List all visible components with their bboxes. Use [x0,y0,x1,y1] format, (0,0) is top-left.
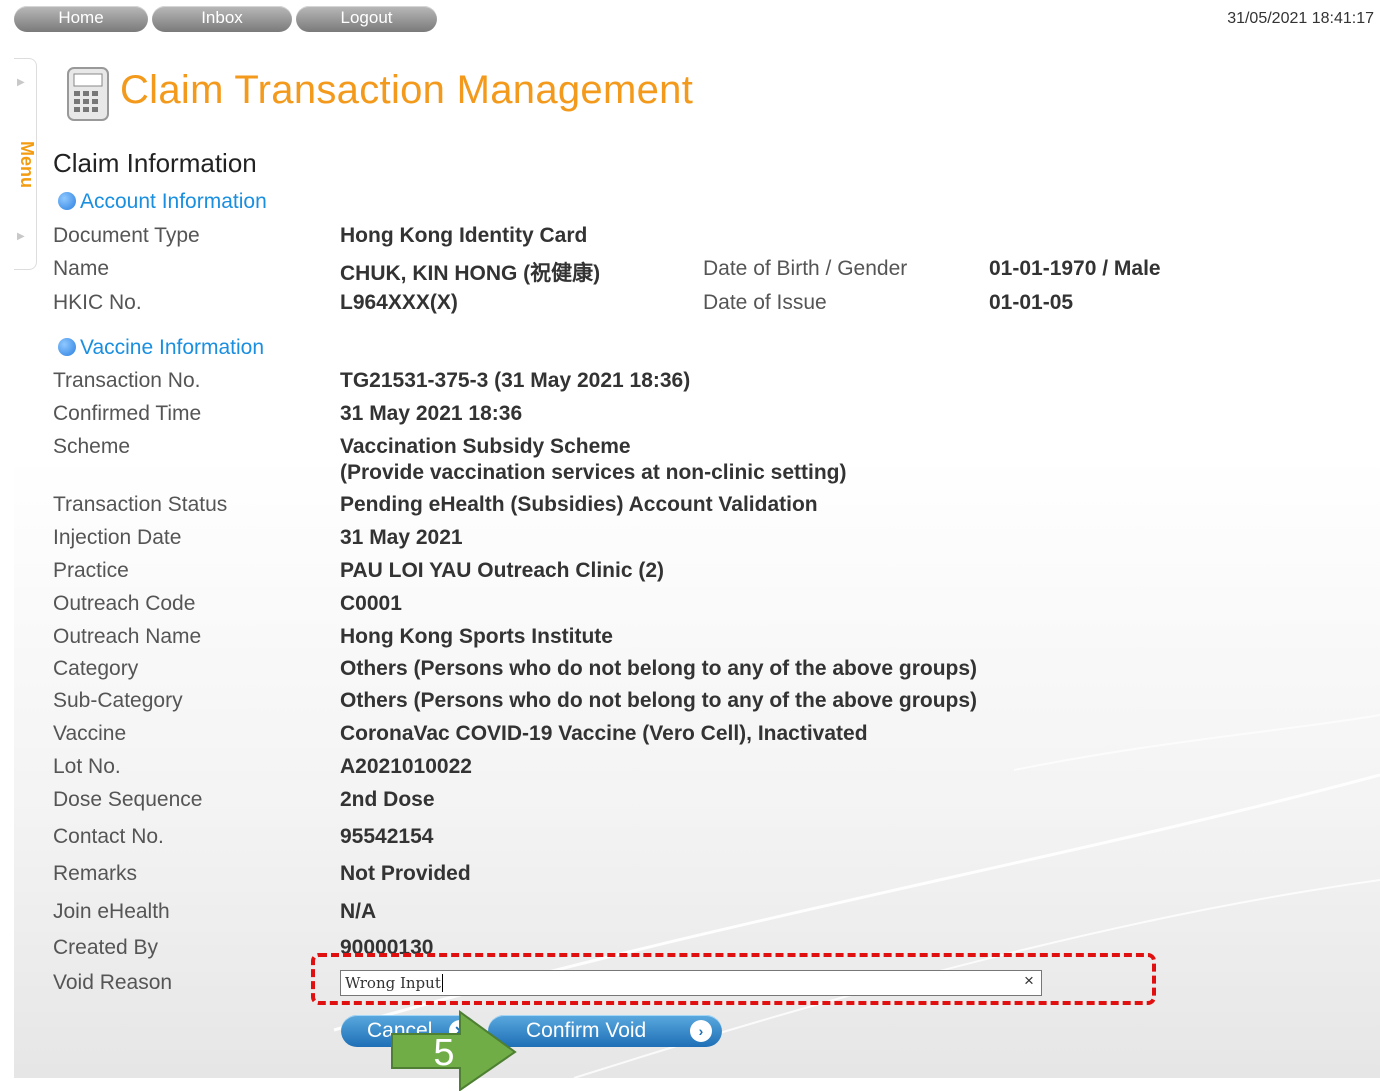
field-value: Pending eHealth (Subsidies) Account Vali… [340,493,818,516]
field-label: Transaction No. [53,369,201,392]
side-menu-tab[interactable]: ▶ Menu ▶ [14,58,37,270]
field-value: Hong Kong Sports Institute [340,625,613,648]
field-value: Others (Persons who do not belong to any… [340,689,978,712]
bullet-icon [58,192,76,210]
field-label: Lot No. [53,755,121,778]
field-label: Transaction Status [53,493,228,516]
field-value: 01-01-1970 / Male [989,257,1161,280]
field-label: HKIC No. [53,291,142,314]
home-button[interactable]: Home [14,6,148,32]
field-label: Document Type [53,224,200,247]
field-value: 01-01-05 [989,291,1074,314]
field-value: CHUK, KIN HONG (祝健康) [340,262,601,285]
account-info-heading: Account Information [58,190,267,214]
field-value: A2021010022 [340,755,472,778]
expand-arrow-icon: ▶ [17,77,25,88]
field-value: TG21531-375-3 (31 May 2021 18:36) [340,369,691,392]
field-label: Outreach Code [53,592,196,615]
field-label: Vaccine [53,722,127,745]
void-reason-label: Void Reason [53,971,173,994]
field-value: L964XXX(X) [340,291,458,314]
field-label: Date of Birth / Gender [703,257,908,280]
step-number: 5 [433,1032,455,1074]
field-label: Outreach Name [53,625,202,648]
page: Home Inbox Logout 31/05/2021 18:41:17 ▶ … [0,0,1380,1091]
field-label: Date of Issue [703,291,827,314]
field-label: Category [53,657,139,680]
current-datetime: 31/05/2021 18:41:17 [1227,10,1374,27]
main-panel: ▶ Menu ▶ Claim Transaction Management Cl… [14,40,1380,1078]
calculator-icon [67,67,109,121]
section-title: Claim Information [53,148,257,178]
field-value: PAU LOI YAU Outreach Clinic (2) [340,559,665,582]
logout-button[interactable]: Logout [296,6,437,32]
field-value: 31 May 2021 18:36 [340,402,523,425]
field-label: Sub-Category [53,689,183,712]
field-label: Injection Date [53,526,182,549]
vaccine-info-heading: Vaccine Information [58,336,264,360]
top-nav-bar: Home Inbox Logout 31/05/2021 18:41:17 [0,0,1380,40]
field-value: C0001 [340,592,402,615]
field-label: Contact No. [53,825,164,848]
field-value-line2: (Provide vaccination services at non-cli… [340,461,847,484]
inbox-button[interactable]: Inbox [152,6,292,32]
field-value: Vaccination Subsidy Scheme [340,435,631,458]
field-value: 95542154 [340,825,434,848]
field-value: Others (Persons who do not belong to any… [340,657,978,680]
field-label: Remarks [53,862,138,885]
field-label: Practice [53,559,129,582]
field-label: Name [53,257,110,280]
field-label: Created By [53,936,159,959]
field-value: 2nd Dose [340,788,435,811]
field-value: 31 May 2021 [340,526,463,549]
field-value: N/A [340,900,377,923]
field-value: CoronaVac COVID-19 Vaccine (Vero Cell), … [340,722,868,745]
field-value: Hong Kong Identity Card [340,224,588,247]
annotation-highlight-box [311,953,1156,1005]
field-label: Confirmed Time [53,402,202,425]
arrow-right-icon: › [690,1020,712,1042]
confirm-void-button[interactable]: Confirm Void › [488,1015,722,1047]
field-label: Scheme [53,435,131,458]
field-label: Join eHealth [53,900,170,923]
field-label: Dose Sequence [53,788,203,811]
menu-label: Menu [17,141,37,188]
field-value: Not Provided [340,862,471,885]
expand-arrow-icon: ▶ [17,231,25,242]
bullet-icon [58,338,76,356]
page-title: Claim Transaction Management [120,68,694,112]
